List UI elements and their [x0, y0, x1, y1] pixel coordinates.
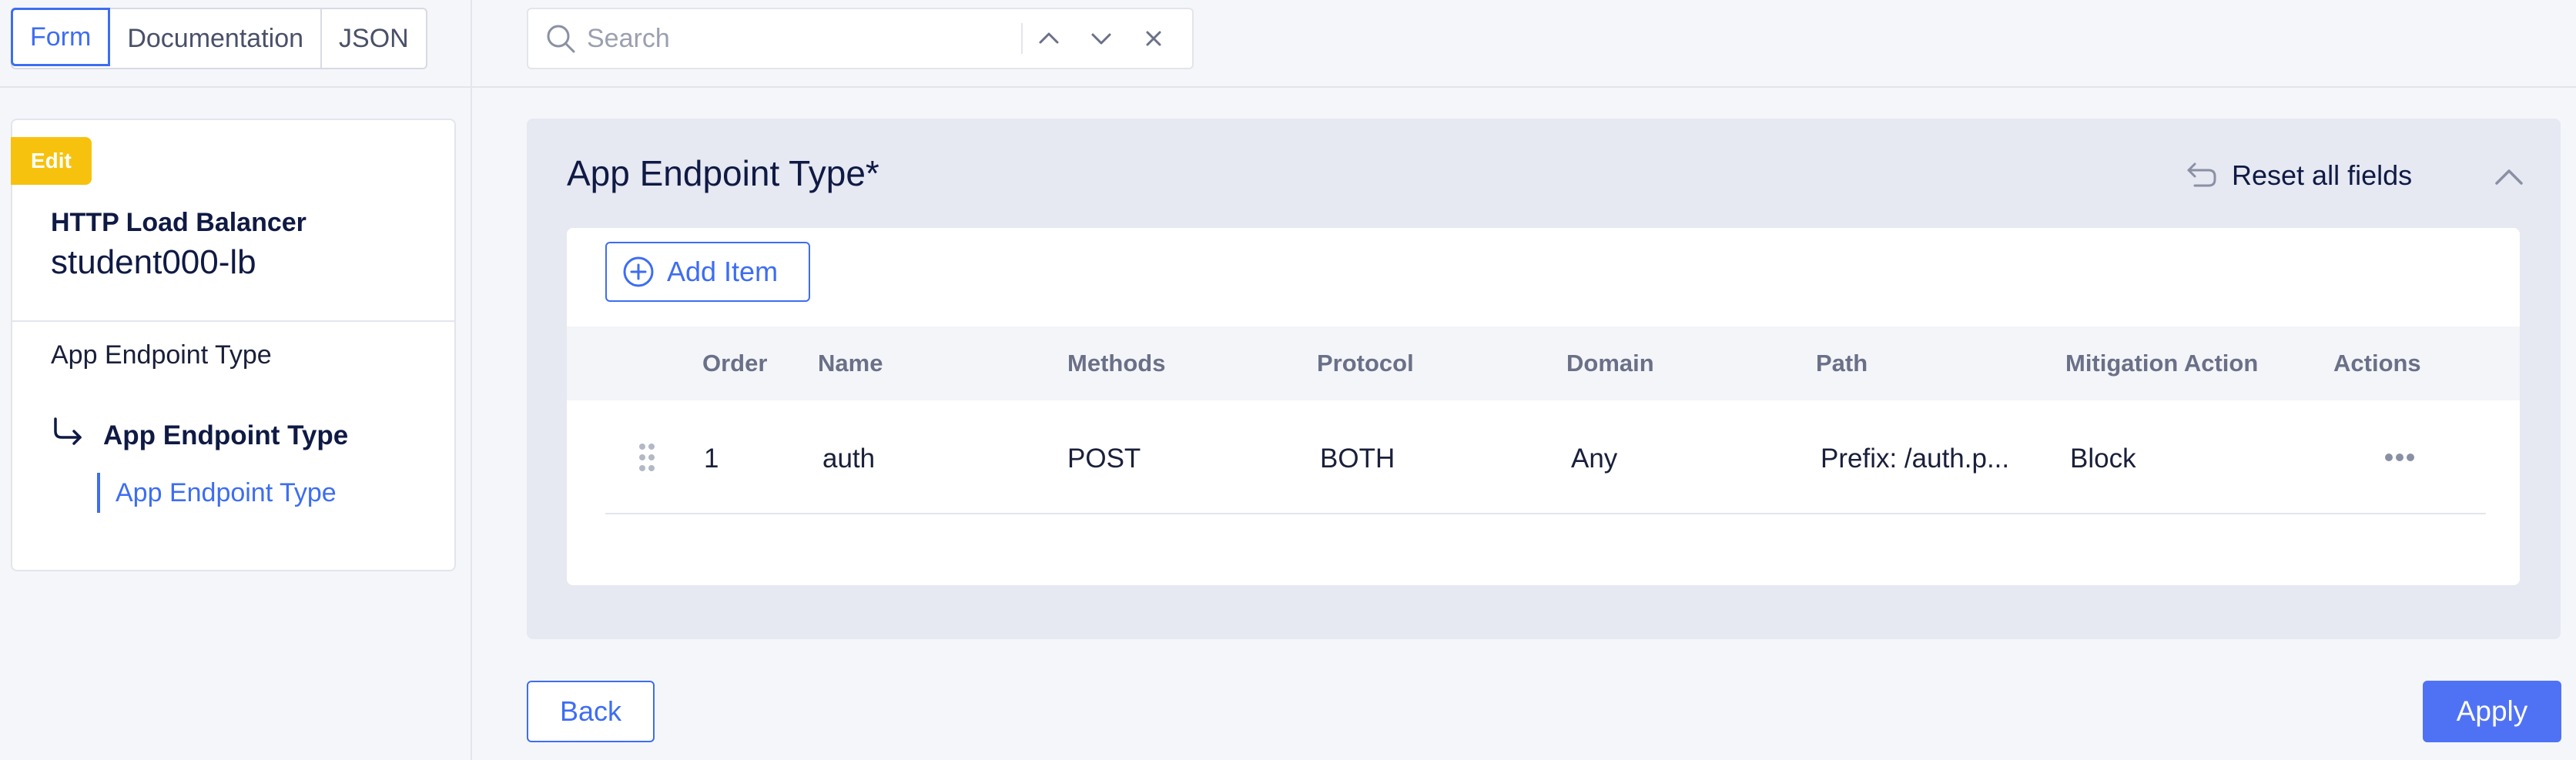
cell-mitigation-action: Block	[2070, 444, 2136, 474]
sidebar: Form Documentation JSON Edit HTTP Load B…	[0, 0, 472, 760]
table-header: Order Name Methods Protocol Domain Path …	[567, 326, 2520, 400]
column-header-path[interactable]: Path	[1816, 350, 1868, 377]
object-name: student000-lb	[51, 243, 256, 281]
header-divider	[0, 86, 2576, 88]
apply-button[interactable]: Apply	[2423, 681, 2561, 742]
reset-all-fields-label: Reset all fields	[2232, 159, 2413, 191]
search-next-button[interactable]	[1075, 15, 1127, 62]
column-header-methods[interactable]: Methods	[1067, 350, 1165, 377]
required-mark: *	[865, 153, 879, 193]
card-divider	[12, 320, 454, 322]
nav-section-app-endpoint-type[interactable]: App Endpoint Type	[51, 340, 272, 370]
back-button[interactable]: Back	[527, 681, 655, 742]
object-summary-card: Edit HTTP Load Balancer student000-lb Ap…	[11, 119, 456, 571]
close-icon	[1146, 31, 1161, 46]
add-item-button[interactable]: Add Item	[605, 242, 810, 302]
column-header-mitigation-action[interactable]: Mitigation Action	[2065, 350, 2258, 377]
view-mode-tabs: Form Documentation JSON	[11, 8, 427, 69]
search-input[interactable]	[587, 15, 1018, 62]
panel-title: App Endpoint Type*	[567, 152, 879, 194]
drag-handle-icon[interactable]	[635, 440, 659, 474]
app-endpoint-type-panel: App Endpoint Type* Reset all fields Add …	[527, 119, 2561, 639]
search-bar	[527, 8, 1194, 69]
table-row[interactable]: 1 auth POST BOTH Any Prefix: /auth.p... …	[605, 400, 2486, 514]
chevron-down-icon	[1091, 33, 1111, 45]
chevron-up-icon[interactable]	[2486, 154, 2532, 200]
more-actions-icon[interactable]	[2378, 442, 2421, 473]
column-header-name[interactable]: Name	[818, 350, 883, 377]
panel-title-text: App Endpoint Type	[567, 153, 866, 193]
search-clear-button[interactable]	[1127, 15, 1180, 62]
column-header-order[interactable]: Order	[702, 350, 767, 377]
app-root: Form Documentation JSON Edit HTTP Load B…	[0, 0, 2576, 760]
cell-domain: Any	[1571, 444, 1618, 474]
undo-icon	[2187, 162, 2216, 187]
search-icon	[547, 25, 575, 53]
tab-documentation[interactable]: Documentation	[110, 9, 323, 68]
search-prev-button[interactable]	[1023, 15, 1075, 62]
column-header-actions: Actions	[2333, 350, 2421, 377]
cell-path: Prefix: /auth.p...	[1821, 444, 2010, 474]
cell-name: auth	[822, 444, 876, 474]
tab-json[interactable]: JSON	[322, 9, 426, 68]
nav-sub-item[interactable]: App Endpoint Type	[97, 473, 337, 513]
object-type-label: HTTP Load Balancer	[51, 208, 307, 237]
reset-all-fields-button[interactable]: Reset all fields	[2184, 152, 2412, 199]
column-header-protocol[interactable]: Protocol	[1317, 350, 1414, 377]
nav-current-item[interactable]: App Endpoint Type	[103, 420, 348, 451]
edit-badge: Edit	[11, 137, 92, 185]
cell-order: 1	[704, 444, 719, 474]
plus-circle-icon	[623, 256, 654, 287]
add-item-label: Add Item	[667, 256, 779, 287]
endpoint-table-card: Add Item Order Name Methods Protocol Dom…	[567, 228, 2520, 585]
return-arrow-icon	[54, 417, 82, 445]
tab-form[interactable]: Form	[11, 8, 111, 66]
chevron-up-icon	[1039, 32, 1059, 44]
column-header-domain[interactable]: Domain	[1566, 350, 1654, 377]
cell-protocol: BOTH	[1320, 444, 1395, 474]
cell-methods: POST	[1067, 444, 1141, 474]
